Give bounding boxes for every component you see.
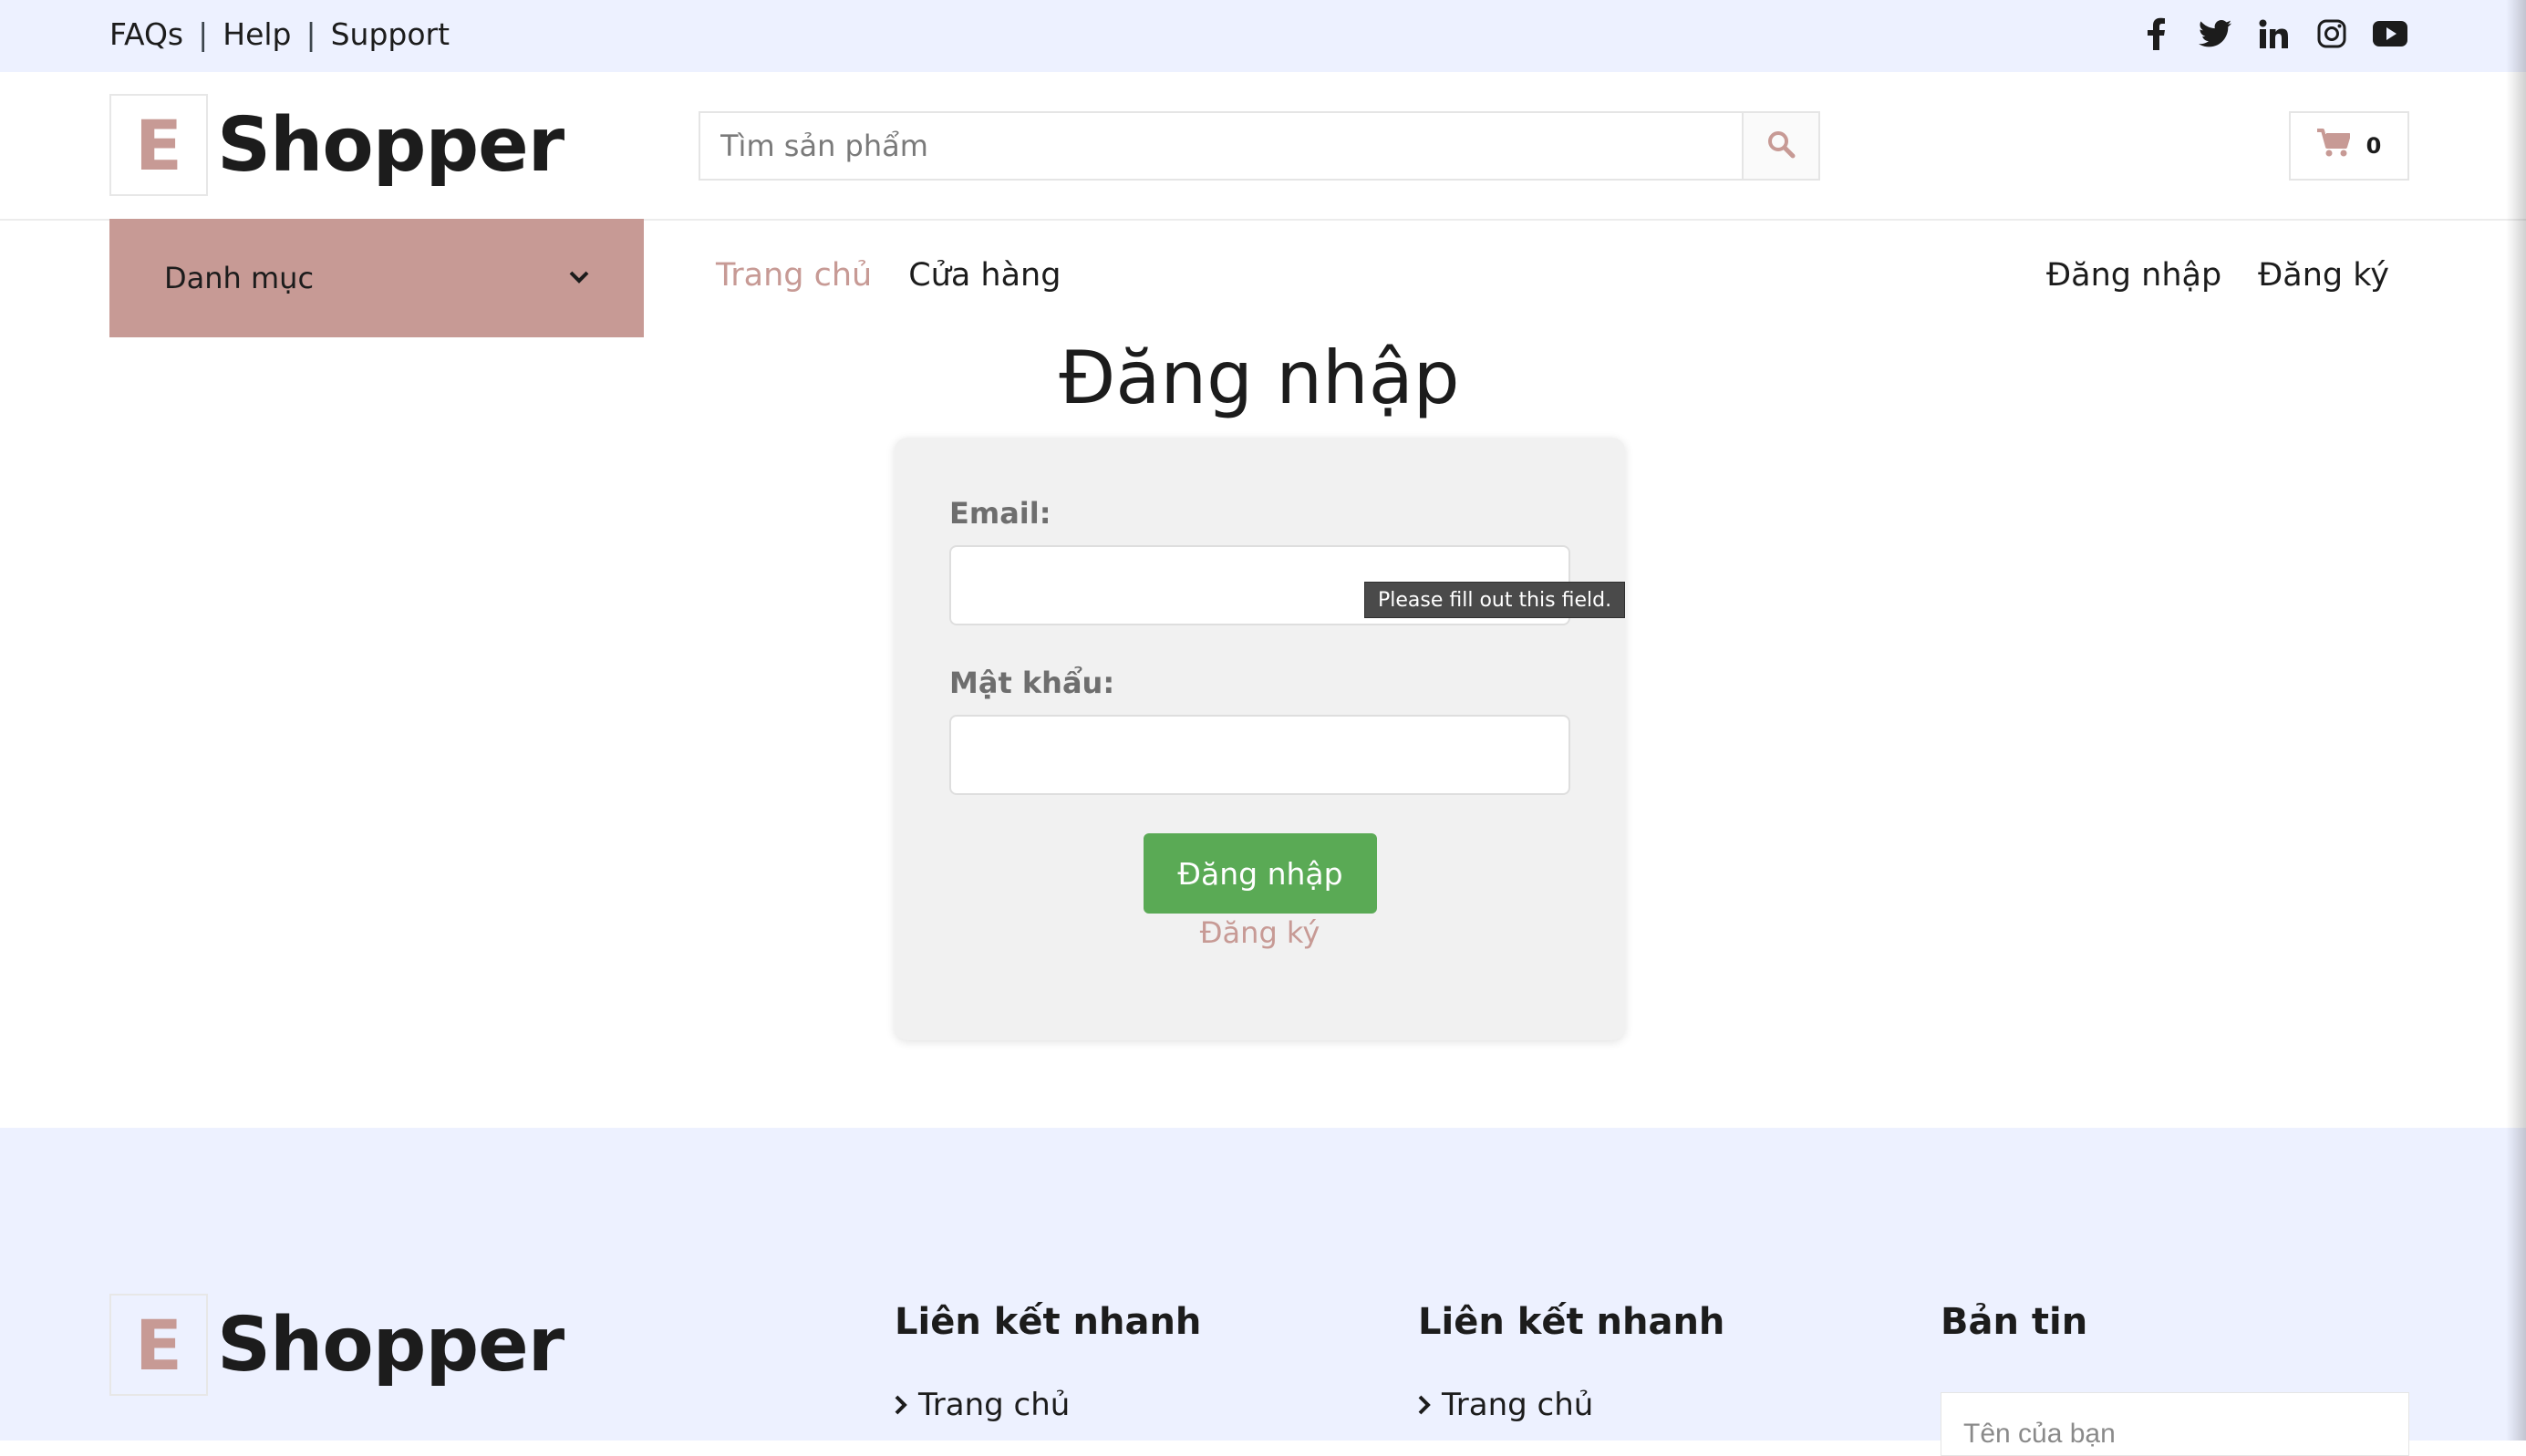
chevron-down-icon <box>569 270 589 287</box>
search-button[interactable] <box>1742 113 1818 179</box>
footer-col2-heading: Liên kết nhanh <box>1418 1301 1725 1343</box>
facebook-icon[interactable] <box>2139 16 2174 51</box>
newsletter-name-field[interactable] <box>1941 1393 2408 1455</box>
help-link[interactable]: Help <box>223 16 291 52</box>
shopping-cart-icon <box>2316 129 2351 163</box>
window-edge-shadow <box>2506 0 2526 1441</box>
newsletter-name-field-wrapper <box>1941 1392 2409 1456</box>
nav-home-link[interactable]: Trang chủ <box>716 257 872 294</box>
validation-tooltip: Please fill out this field. <box>1364 582 1626 618</box>
support-link[interactable]: Support <box>331 16 450 52</box>
password-label: Mật khẩu: <box>949 666 1115 700</box>
search-icon <box>1766 129 1796 162</box>
top-bar: FAQs | Help | Support <box>0 0 2526 72</box>
youtube-icon[interactable] <box>2373 16 2407 51</box>
footer-logo-letter-box: E <box>109 1294 208 1396</box>
password-field-wrapper <box>949 715 1570 795</box>
account-nav: Đăng nhập Đăng ký <box>2046 257 2389 294</box>
login-form: Email: Please fill out this field. Mật k… <box>895 438 1626 1040</box>
chevron-right-icon <box>1418 1387 1431 1423</box>
search-bar <box>699 111 1820 181</box>
footer-col1-link-label: Trang chủ <box>918 1387 1071 1423</box>
site-header: E Shopper 0 <box>0 72 2526 221</box>
cart-count: 0 <box>2366 133 2382 159</box>
footer-quick-links-1: Liên kết nhanh Trang chủ <box>895 1301 1201 1423</box>
page-title: Đăng nhập <box>1059 336 1460 420</box>
category-dropdown[interactable]: Danh mục <box>109 219 644 337</box>
footer-col2-link-label: Trang chủ <box>1442 1387 1594 1423</box>
footer-logo-text: Shopper <box>217 1301 564 1389</box>
footer-logo[interactable]: E Shopper <box>109 1294 564 1396</box>
footer-quick-links-2: Liên kết nhanh Trang chủ <box>1418 1301 1724 1423</box>
separator: | <box>198 16 209 52</box>
email-label: Email: <box>949 496 1051 531</box>
footer-col1-heading: Liên kết nhanh <box>895 1301 1202 1343</box>
nav-login-link[interactable]: Đăng nhập <box>2046 257 2221 294</box>
twitter-icon[interactable] <box>2198 16 2232 51</box>
login-submit-button[interactable]: Đăng nhập <box>1144 833 1377 914</box>
logo-text: Shopper <box>217 101 564 189</box>
footer-col1-home-link[interactable]: Trang chủ <box>895 1387 1201 1423</box>
site-footer: E Shopper Liên kết nhanh Trang chủ Liên … <box>0 1128 2526 1456</box>
register-link[interactable]: Đăng ký <box>895 915 1625 950</box>
newsletter-heading: Bản tin <box>1941 1301 2088 1343</box>
faqs-link[interactable]: FAQs <box>109 16 183 52</box>
footer-newsletter: Bản tin <box>1941 1301 2087 1343</box>
search-input[interactable] <box>700 113 1742 179</box>
site-logo[interactable]: E Shopper <box>109 94 564 196</box>
logo-letter-box: E <box>109 94 208 196</box>
instagram-icon[interactable] <box>2314 16 2349 51</box>
social-links <box>2139 16 2407 51</box>
chevron-right-icon <box>895 1387 907 1423</box>
main-nav: Trang chủ Cửa hàng <box>716 257 1061 294</box>
footer-col2-home-link[interactable]: Trang chủ <box>1418 1387 1724 1423</box>
nav-register-link[interactable]: Đăng ký <box>2258 257 2389 294</box>
separator: | <box>305 16 316 52</box>
password-field[interactable] <box>951 717 1568 793</box>
nav-shop-link[interactable]: Cửa hàng <box>908 257 1061 294</box>
top-links: FAQs | Help | Support <box>109 16 450 52</box>
linkedin-icon[interactable] <box>2256 16 2291 51</box>
category-label: Danh mục <box>164 261 315 295</box>
cart-button[interactable]: 0 <box>2289 111 2409 181</box>
